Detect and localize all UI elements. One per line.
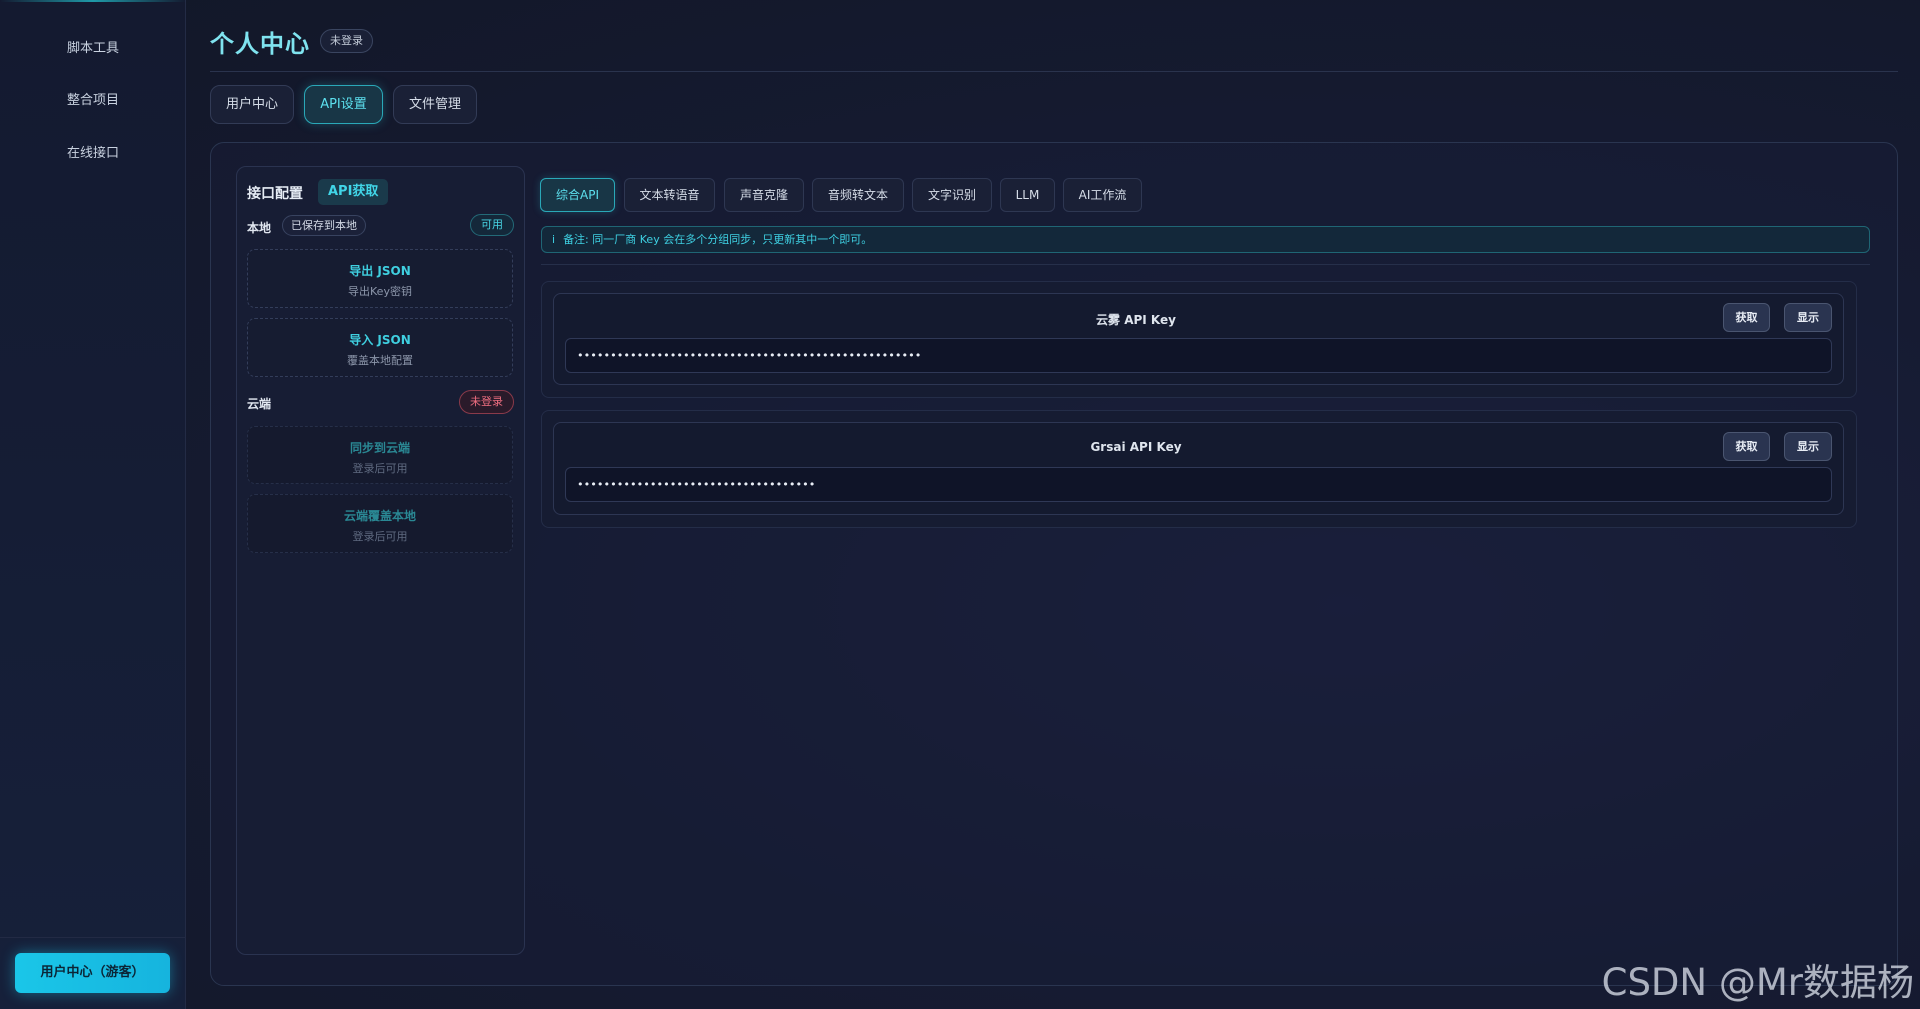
sidebar: 脚本工具 整合项目 在线接口 用户中心（游客）: [0, 0, 186, 1009]
local-label: 本地: [247, 221, 272, 235]
api-key-input-grsai[interactable]: [565, 467, 1832, 502]
subtab-ai-workflow[interactable]: AI工作流: [1063, 178, 1142, 212]
tab-file-management[interactable]: 文件管理: [393, 85, 477, 124]
show-key-button-grsai[interactable]: 显示: [1784, 432, 1832, 461]
export-json-title: 导出 JSON: [349, 264, 411, 278]
sync-notice: i 备注: 同一厂商 Key 会在多个分组同步，只更新其中一个即可。: [541, 226, 1870, 253]
api-key-input-yunwu[interactable]: [565, 338, 1832, 373]
subtab-audio-to-text[interactable]: 音频转文本: [812, 178, 904, 212]
sidebar-item-online-api[interactable]: 在线接口: [0, 142, 186, 161]
cloud-overwrite-subtitle: 登录后可用: [352, 530, 408, 543]
local-saved-chip: 已保存到本地: [282, 215, 366, 236]
header-divider: [210, 71, 1898, 72]
import-json-subtitle: 覆盖本地配置: [347, 354, 413, 367]
app-root: 脚本工具 整合项目 在线接口 用户中心（游客） 个人中心 未登录 用户中心 AP…: [0, 0, 1920, 1009]
api-fetch-badge[interactable]: API获取: [318, 179, 389, 205]
sidebar-item-integrated-projects[interactable]: 整合项目: [0, 89, 186, 108]
import-json-button[interactable]: 导入 JSON 覆盖本地配置: [247, 318, 513, 377]
config-title: 接口配置: [247, 186, 303, 202]
subtab-llm[interactable]: LLM: [1000, 178, 1055, 212]
sidebar-accent-line: [0, 0, 186, 2]
sync-to-cloud-title: 同步到云端: [349, 441, 410, 455]
tab-user-center[interactable]: 用户中心: [210, 85, 294, 124]
subtab-ocr[interactable]: 文字识别: [912, 178, 992, 212]
cloud-label: 云端: [247, 397, 272, 411]
subtab-general-api[interactable]: 综合API: [540, 178, 615, 212]
key-title-yunwu: 云雾 API Key: [1096, 313, 1176, 327]
sync-to-cloud-subtitle: 登录后可用: [352, 462, 408, 475]
export-json-button[interactable]: 导出 JSON 导出Key密钥: [247, 249, 513, 308]
show-key-button-yunwu[interactable]: 显示: [1784, 303, 1832, 332]
sidebar-divider: [0, 937, 186, 938]
cloud-overwrite-title: 云端覆盖本地: [343, 509, 416, 523]
sync-to-cloud-button[interactable]: 同步到云端 登录后可用: [247, 426, 513, 484]
import-json-title: 导入 JSON: [349, 333, 411, 347]
fetch-key-button-yunwu[interactable]: 获取: [1723, 303, 1770, 332]
subtab-voice-clone[interactable]: 声音克隆: [724, 178, 804, 212]
tab-api-settings[interactable]: API设置: [304, 85, 383, 124]
cloud-overwrite-local-button[interactable]: 云端覆盖本地 登录后可用: [247, 494, 513, 553]
watermark: CSDN @Mr数据杨: [1601, 961, 1914, 1004]
user-center-button[interactable]: 用户中心（游客）: [15, 953, 170, 993]
export-json-subtitle: 导出Key密钥: [348, 285, 412, 298]
info-icon: i: [552, 233, 556, 246]
sidebar-item-script-tools[interactable]: 脚本工具: [0, 37, 186, 56]
fetch-key-button-grsai[interactable]: 获取: [1723, 432, 1770, 461]
page-title: 个人中心: [210, 30, 310, 58]
section-divider: [541, 264, 1870, 265]
cloud-status-badge: 未登录: [459, 390, 514, 414]
key-title-grsai: Grsai API Key: [1090, 440, 1182, 454]
login-status-badge: 未登录: [320, 29, 373, 53]
local-status-badge: 可用: [470, 214, 514, 236]
subtab-text-to-speech[interactable]: 文本转语音: [624, 178, 715, 212]
notice-text: 备注: 同一厂商 Key 会在多个分组同步，只更新其中一个即可。: [563, 233, 873, 246]
